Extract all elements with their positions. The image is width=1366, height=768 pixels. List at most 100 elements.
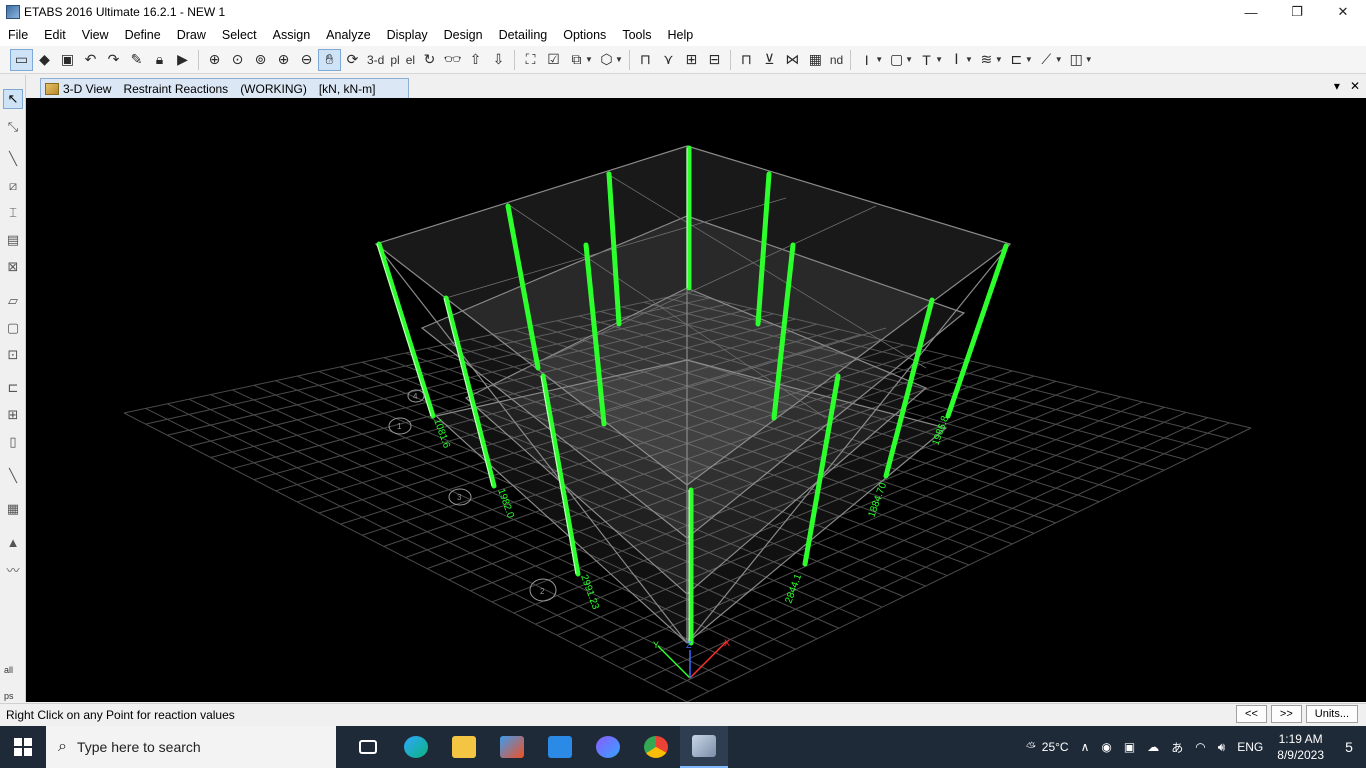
zoom-in-icon[interactable]: ⊕: [272, 49, 295, 71]
previous-button[interactable]: <<: [1236, 705, 1267, 723]
draw-line-icon[interactable]: ╲: [3, 149, 23, 169]
set-display-options-icon[interactable]: ☑: [542, 49, 565, 71]
reaction-value[interactable]: 1982.0: [495, 487, 516, 520]
pencil-icon[interactable]: ✎: [125, 49, 148, 71]
menu-analyze[interactable]: Analyze: [318, 24, 378, 46]
select-all-button[interactable]: all: [4, 665, 13, 675]
onedrive-icon[interactable]: ☁︎: [1141, 740, 1165, 754]
meet-icon[interactable]: ▣: [1118, 740, 1141, 754]
chevron-down-icon[interactable]: ▼: [1025, 55, 1033, 64]
lock-icon[interactable]: 🔒︎: [148, 49, 171, 71]
menu-view[interactable]: View: [74, 24, 117, 46]
draw-grid-icon[interactable]: ▦: [3, 499, 23, 519]
draw-tendon-icon[interactable]: ▲: [3, 532, 23, 552]
menu-design[interactable]: Design: [436, 24, 491, 46]
draw-beam-region-icon[interactable]: ▤: [3, 230, 23, 250]
model-viewport[interactable]: 1081.6 1982.0 2991.23 2844.1 1884.70 198…: [26, 98, 1366, 702]
model-3d-canvas[interactable]: 1081.6 1982.0 2991.23 2844.1 1884.70 198…: [26, 98, 1366, 702]
copilot-icon[interactable]: [584, 726, 632, 768]
ime-icon[interactable]: あ: [1165, 739, 1189, 756]
draw-rectangle-icon[interactable]: ▢: [3, 318, 23, 338]
perspective-icon[interactable]: 👓︎: [441, 49, 464, 71]
mode-shape-icon[interactable]: ⋈: [781, 49, 804, 71]
pan-icon[interactable]: ✋︎: [318, 48, 341, 71]
move-down-icon[interactable]: ⇩: [487, 49, 510, 71]
weather-widget[interactable]: ⛅︎ 25°C: [1020, 740, 1074, 755]
draw-column-icon[interactable]: ⌶: [3, 203, 23, 223]
record-icon[interactable]: ◉: [1095, 740, 1117, 754]
menu-display[interactable]: Display: [379, 24, 436, 46]
menu-select[interactable]: Select: [214, 24, 265, 46]
etabs-taskbar-icon[interactable]: [680, 726, 728, 768]
frame-icon[interactable]: ⊓: [634, 49, 657, 71]
draw-dimension-icon[interactable]: 〰: [3, 559, 23, 579]
units-button[interactable]: Units...: [1305, 705, 1358, 723]
chevron-down-icon[interactable]: ▼: [875, 55, 883, 64]
menu-draw[interactable]: Draw: [169, 24, 214, 46]
store-icon[interactable]: [488, 726, 536, 768]
move-up-icon[interactable]: ⇧: [464, 49, 487, 71]
menu-detailing[interactable]: Detailing: [491, 24, 556, 46]
language-indicator[interactable]: ENG: [1231, 740, 1269, 754]
rotate-icon[interactable]: ↻: [418, 49, 441, 71]
menu-options[interactable]: Options: [555, 24, 614, 46]
undo-icon[interactable]: ↶: [79, 49, 102, 71]
show-hidden-icons[interactable]: ∧: [1075, 740, 1096, 754]
zoom-restore-icon[interactable]: ⊙: [226, 49, 249, 71]
draw-area-click-icon[interactable]: ⊡: [3, 345, 23, 365]
edge-icon[interactable]: [392, 726, 440, 768]
view-elevation-button[interactable]: el: [403, 53, 418, 67]
reshape-icon[interactable]: ⤡: [3, 117, 23, 137]
view-3d-button[interactable]: 3-d: [364, 53, 387, 67]
close-button[interactable]: ✕: [1320, 0, 1366, 24]
menu-assign[interactable]: Assign: [265, 24, 319, 46]
reactions-icon[interactable]: ⊻: [758, 49, 781, 71]
redo-icon[interactable]: ↷: [102, 49, 125, 71]
menu-edit[interactable]: Edit: [36, 24, 74, 46]
new-model-icon[interactable]: ▭: [10, 48, 33, 71]
deformed-shape-icon[interactable]: ⊓: [735, 49, 758, 71]
save-icon[interactable]: ▣: [56, 49, 79, 71]
chrome-icon[interactable]: [632, 726, 680, 768]
minimize-button[interactable]: —: [1228, 0, 1274, 24]
tab-close-icon[interactable]: ✕: [1350, 79, 1360, 93]
tab-dropdown-icon[interactable]: ▾: [1334, 79, 1340, 93]
shear-diagram-icon[interactable]: ⊞: [680, 49, 703, 71]
moment-diagram-icon[interactable]: ⋎: [657, 49, 680, 71]
taskbar-search[interactable]: ⌕ Type here to search: [46, 726, 336, 768]
reaction-value[interactable]: 2844.1: [783, 572, 804, 605]
axial-diagram-icon[interactable]: ⊟: [703, 49, 726, 71]
draw-opening-icon[interactable]: ▯: [3, 432, 23, 452]
view-tab[interactable]: 3-D View Restraint Reactions (WORKING) […: [40, 78, 409, 98]
notification-center-icon[interactable]: 5: [1332, 726, 1366, 768]
zoom-full-icon[interactable]: ⊚: [249, 49, 272, 71]
chevron-down-icon[interactable]: ▼: [905, 55, 913, 64]
chevron-down-icon[interactable]: ▼: [965, 55, 973, 64]
object-shrink-icon[interactable]: ⛶: [519, 49, 542, 71]
chevron-down-icon[interactable]: ▼: [1085, 55, 1093, 64]
draw-floor-icon[interactable]: ▱: [3, 291, 23, 311]
draw-wall-icon[interactable]: ⊏: [3, 378, 23, 398]
mail-icon[interactable]: [536, 726, 584, 768]
draw-cross-brace-icon[interactable]: ⊠: [3, 257, 23, 277]
chevron-down-icon[interactable]: ▼: [615, 55, 623, 64]
contour-icon[interactable]: ▦: [804, 49, 827, 71]
open-icon[interactable]: ◆: [33, 49, 56, 71]
task-view-icon[interactable]: [344, 726, 392, 768]
file-explorer-icon[interactable]: [440, 726, 488, 768]
chevron-down-icon[interactable]: ▼: [995, 55, 1003, 64]
next-button[interactable]: >>: [1270, 705, 1302, 723]
menu-file[interactable]: File: [0, 24, 36, 46]
maximize-button[interactable]: ❐: [1274, 0, 1320, 24]
view-plan-button[interactable]: pl: [387, 53, 402, 67]
menu-define[interactable]: Define: [117, 24, 169, 46]
rotate-3d-icon[interactable]: ⟳: [341, 49, 364, 71]
draw-brace-icon[interactable]: ⧄: [3, 176, 23, 196]
draw-wall-opening-icon[interactable]: ⊞: [3, 405, 23, 425]
menu-help[interactable]: Help: [660, 24, 702, 46]
zoom-window-icon[interactable]: ⊕: [203, 49, 226, 71]
volume-icon[interactable]: 🔊︎: [1212, 740, 1232, 755]
draw-link-icon[interactable]: ╲: [3, 466, 23, 486]
chevron-down-icon[interactable]: ▼: [935, 55, 943, 64]
chevron-down-icon[interactable]: ▼: [1055, 55, 1063, 64]
